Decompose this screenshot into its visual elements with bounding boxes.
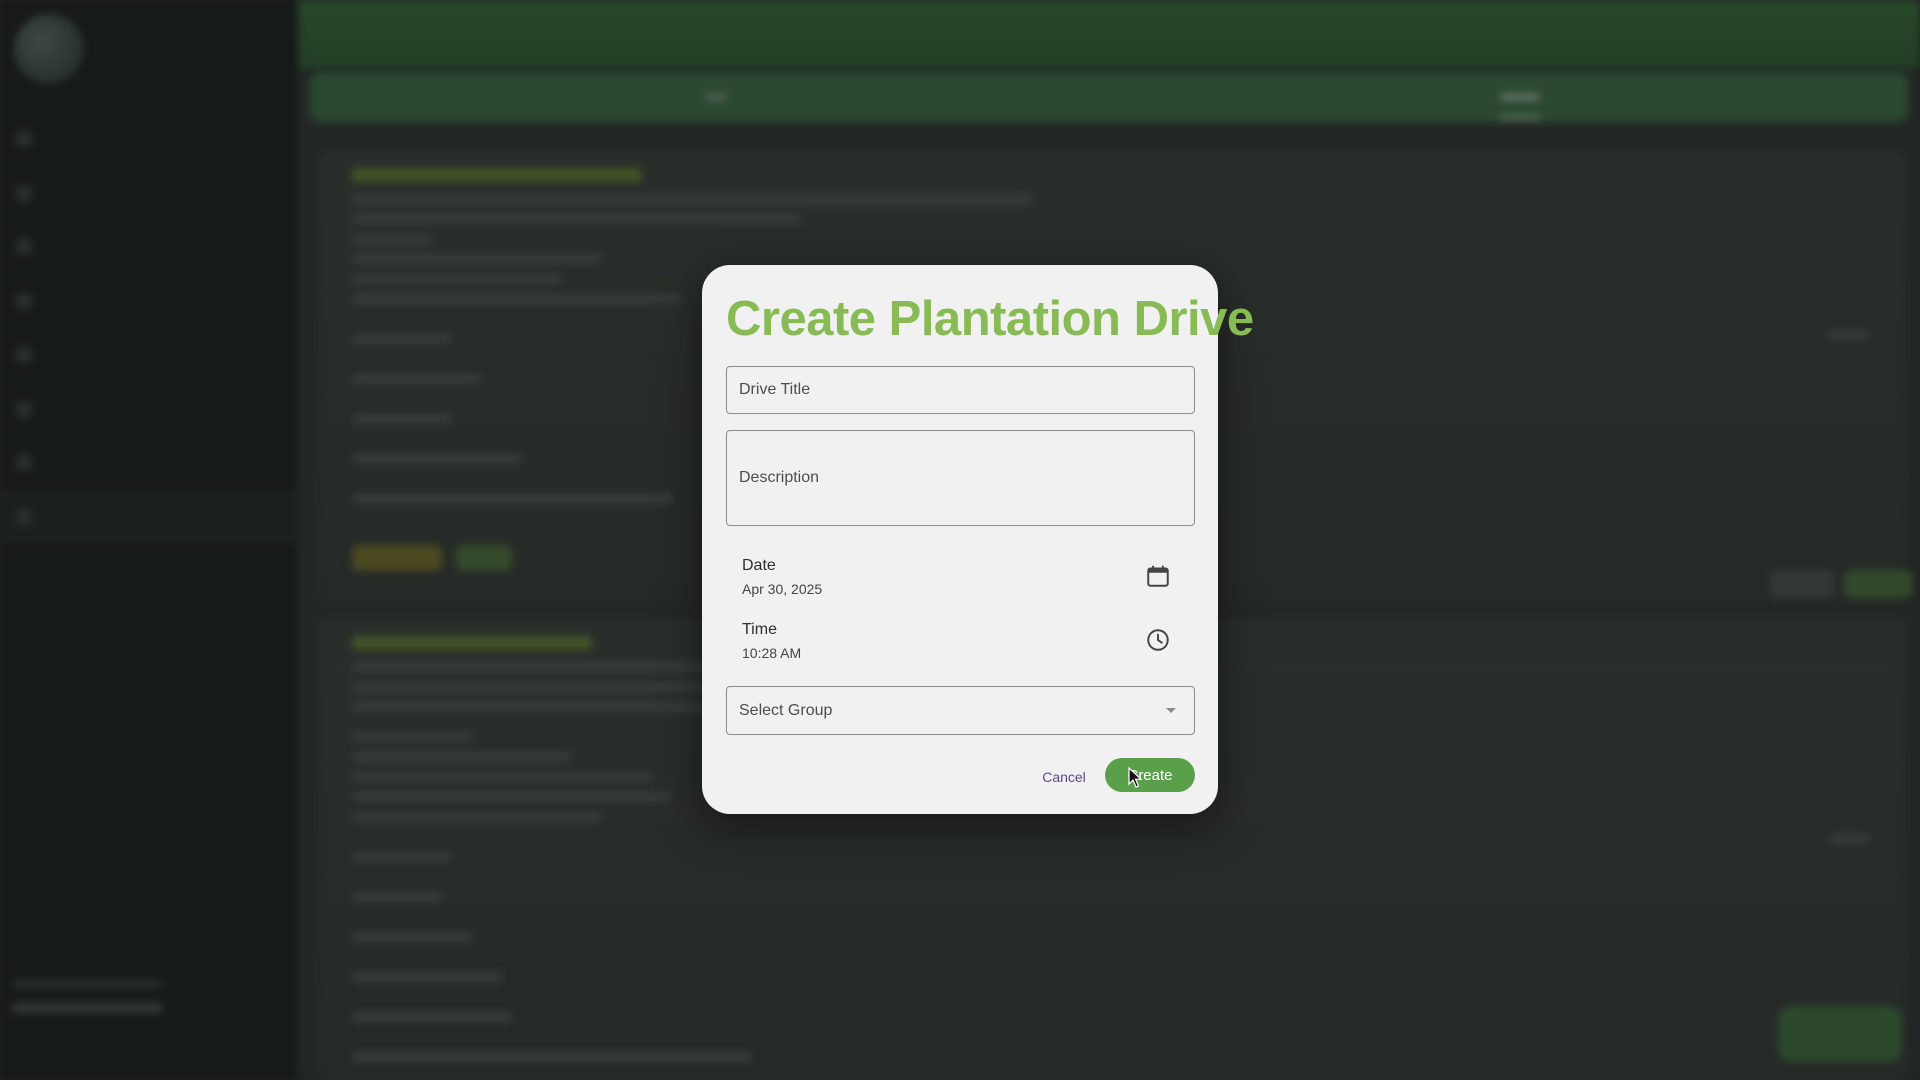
create-button[interactable]: Create [1105, 758, 1195, 792]
time-label: Time [742, 621, 777, 638]
group-select-value[interactable]: Select Group [727, 687, 1194, 734]
description-input[interactable] [727, 431, 1194, 525]
date-value: Apr 30, 2025 [742, 581, 823, 597]
clock-icon[interactable] [1145, 627, 1171, 653]
time-value: 10:28 AM [742, 645, 802, 661]
time-picker[interactable]: Time 10:28 AM [726, 615, 1195, 675]
date-picker[interactable]: Date Apr 30, 2025 [726, 551, 1195, 611]
drive-title-input[interactable] [727, 367, 1194, 413]
date-label: Date [742, 557, 776, 574]
mouse-cursor-icon [1128, 767, 1143, 788]
dialog-title: Create Plantation Drive [726, 292, 1254, 346]
cancel-button[interactable]: Cancel [1033, 761, 1095, 793]
chevron-down-icon [1166, 708, 1176, 713]
drive-title-field[interactable] [726, 366, 1195, 414]
group-select[interactable]: Select Group [726, 686, 1195, 735]
calendar-icon[interactable] [1145, 563, 1171, 589]
description-field[interactable] [726, 430, 1195, 526]
create-plantation-drive-dialog: Create Plantation Drive Date Apr 30, 202… [702, 265, 1254, 814]
